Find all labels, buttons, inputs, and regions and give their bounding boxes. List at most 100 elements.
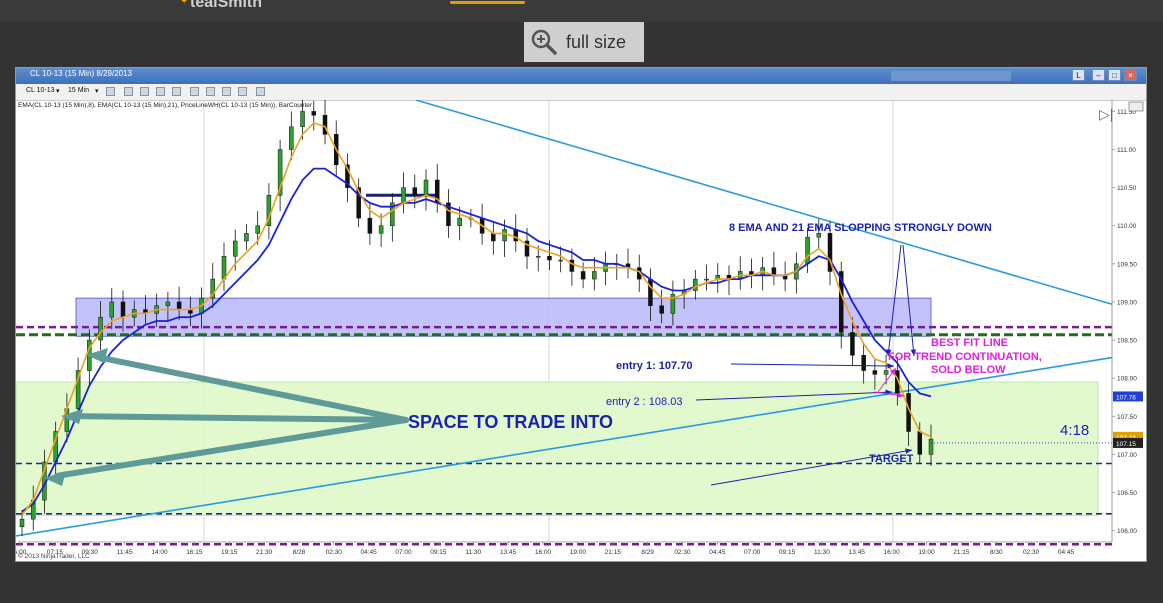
price-label: 107.15 — [1116, 441, 1136, 448]
logo-underline — [450, 1, 525, 4]
y-tick-label: 110.00 — [1117, 223, 1137, 230]
price-label: 107.76 — [1116, 394, 1136, 401]
top-bar: ✦ tealSmith — [0, 0, 1163, 22]
best-fit-label-3: SOLD BELOW — [931, 364, 1006, 376]
best-fit-label-2: FOR TREND CONTINUATION, — [888, 351, 1042, 363]
instrument-selector[interactable]: CL 10-13 — [26, 87, 55, 94]
window-titlebar[interactable]: CL 10-13 (15 Min) 8/29/2013 L – □ × — [16, 68, 1146, 84]
link-icon[interactable]: L — [1072, 69, 1085, 81]
x-tick-label: 19:00 — [570, 549, 587, 556]
interval-selector[interactable]: 15 Min — [68, 87, 89, 94]
y-tick-label: 107.00 — [1117, 452, 1137, 459]
candle-body — [872, 370, 878, 375]
candle-body — [569, 259, 575, 272]
properties-icon[interactable] — [206, 87, 215, 96]
full-size-button[interactable]: full size — [524, 22, 644, 62]
x-tick-label: 07:00 — [395, 549, 412, 556]
candle-body — [917, 431, 923, 455]
candle-body — [693, 278, 698, 291]
candle-body — [850, 332, 855, 356]
zoom-in-icon — [531, 29, 557, 55]
bar-type-icon[interactable] — [106, 87, 115, 96]
y-tick-label: 108.00 — [1117, 376, 1137, 383]
panel-toggle-icon[interactable] — [1128, 101, 1144, 112]
candle-body — [928, 438, 934, 455]
candle-body — [300, 111, 305, 127]
x-tick-label: 11:30 — [814, 549, 830, 556]
indicator-legend: EMA(CL 10-13 (15 Min),8), EMA(CL 10-13 (… — [18, 102, 313, 109]
bar-countdown: 4:18 — [1060, 422, 1089, 439]
candle-body — [558, 259, 563, 262]
y-tick-label: 110.50 — [1117, 185, 1137, 192]
candle-body — [547, 255, 552, 261]
candle-body — [580, 271, 586, 280]
magnifier-icon[interactable] — [190, 87, 199, 96]
candle-body — [322, 114, 328, 135]
x-tick-label: 09:15 — [430, 549, 447, 556]
x-tick-label: 11:30 — [465, 549, 481, 556]
x-tick-label: 8/30 — [990, 549, 1003, 556]
candle-body — [255, 225, 260, 234]
full-size-label: full size — [566, 31, 627, 52]
candle-body — [19, 518, 25, 528]
dropdown-icon[interactable]: ▾ — [56, 87, 60, 95]
x-tick-label: 11:45 — [117, 549, 133, 556]
candle-body — [120, 301, 126, 318]
x-tick-label: 21:15 — [605, 549, 622, 556]
x-tick-label: 21:15 — [953, 549, 970, 556]
template-icon[interactable] — [256, 87, 265, 96]
candle-body — [513, 229, 519, 242]
strategy-icon[interactable] — [238, 87, 247, 96]
candle-body — [232, 240, 238, 257]
x-tick-label: 14:00 — [151, 549, 168, 556]
candle-body — [244, 233, 249, 242]
x-tick-label: 16:00 — [884, 549, 901, 556]
indicator-icon[interactable] — [222, 87, 231, 96]
y-tick-label: 111.00 — [1117, 147, 1136, 154]
dropdown-icon[interactable]: ▾ — [95, 87, 99, 95]
x-tick-label: 04:45 — [361, 549, 378, 556]
candle-body — [457, 217, 462, 226]
color-icon[interactable] — [124, 87, 133, 96]
x-tick-label: 8/28 — [293, 549, 306, 556]
x-tick-label: 02:30 — [674, 549, 691, 556]
chart-window: CL 10-13 (15 Min) 8/29/2013 L – □ × CL 1… — [15, 67, 1147, 562]
candle-body — [704, 278, 709, 281]
minimize-icon[interactable]: – — [1092, 69, 1105, 81]
x-tick-label: 19:15 — [221, 549, 238, 556]
cursor-icon[interactable] — [156, 87, 165, 96]
candle-body — [367, 217, 373, 234]
x-tick-label: 13:45 — [849, 549, 866, 556]
candle-body — [592, 271, 597, 280]
x-tick-label: 09:15 — [779, 549, 796, 556]
candle-body — [98, 316, 103, 341]
site-logo: tealSmith — [190, 0, 263, 11]
scroll-end-icon[interactable]: ▷| — [1099, 106, 1113, 122]
candle-body — [535, 255, 541, 258]
candle-body — [176, 301, 182, 310]
x-tick-label: 02:30 — [1023, 549, 1040, 556]
crosshair-icon[interactable] — [172, 87, 181, 96]
draw-icon[interactable] — [140, 87, 149, 96]
candle-body — [289, 126, 294, 150]
y-tick-label: 109.50 — [1117, 261, 1137, 268]
x-tick-label: 02:30 — [326, 549, 343, 556]
candle-body — [861, 355, 866, 371]
candle-body — [502, 229, 507, 242]
candle-body — [378, 225, 384, 234]
x-tick-label: 21:30 — [256, 549, 273, 556]
candle-body — [165, 301, 171, 307]
candle-body — [805, 236, 810, 265]
copyright-text: © 2013 NinjaTrader, LLC — [18, 552, 90, 560]
price-chart[interactable]: 111.50111.00110.50110.00109.50109.00108.… — [16, 100, 1146, 562]
maximize-icon[interactable]: □ — [1108, 69, 1121, 81]
entry1-arrow — [730, 363, 895, 367]
candle-body — [109, 301, 115, 318]
titlebar-info — [891, 71, 1011, 81]
y-tick-label: 106.00 — [1117, 528, 1137, 535]
window-title: CL 10-13 (15 Min) 8/29/2013 — [30, 69, 132, 78]
close-icon[interactable]: × — [1124, 69, 1137, 81]
candle-body — [423, 179, 429, 196]
y-tick-label: 106.50 — [1117, 490, 1137, 497]
x-tick-label: 19:00 — [918, 549, 935, 556]
